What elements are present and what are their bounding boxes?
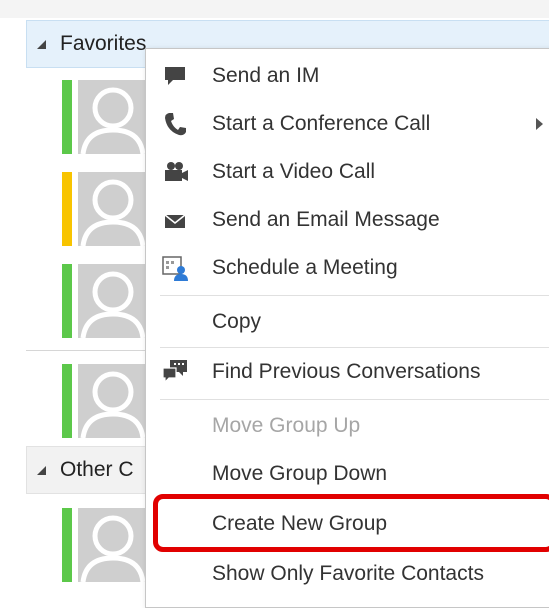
menu-item-show-only-favorite-contacts[interactable]: Show Only Favorite Contacts xyxy=(146,551,549,597)
menu-item-label: Send an Email Message xyxy=(212,208,440,231)
avatar xyxy=(78,80,148,154)
presence-bar xyxy=(62,264,72,338)
avatar xyxy=(78,172,148,246)
avatar xyxy=(78,364,148,438)
person-silhouette-icon xyxy=(78,364,148,438)
menu-item-send-im[interactable]: Send an IM xyxy=(146,53,549,99)
contact-row[interactable] xyxy=(62,264,150,338)
presence-bar xyxy=(62,80,72,154)
conversation-history-icon xyxy=(162,360,187,384)
menu-item-label: Find Previous Conversations xyxy=(212,360,481,383)
menu-item-move-group-down[interactable]: Move Group Down xyxy=(146,451,549,497)
collapse-triangle-icon[interactable] xyxy=(37,39,46,49)
avatar xyxy=(78,508,148,582)
contact-row[interactable] xyxy=(62,364,150,438)
phone-icon xyxy=(165,113,186,136)
highlight-annotation xyxy=(153,494,549,552)
submenu-arrow-icon xyxy=(536,118,543,130)
presence-bar xyxy=(62,508,72,582)
menu-item-label: Start a Conference Call xyxy=(212,112,431,135)
presence-bar xyxy=(62,172,72,246)
avatar xyxy=(78,264,148,338)
collapse-triangle-icon[interactable] xyxy=(37,465,46,475)
person-silhouette-icon xyxy=(78,264,148,338)
menu-item-start-video-call[interactable]: Start a Video Call xyxy=(146,149,549,195)
top-edge xyxy=(0,0,549,18)
menu-item-send-email[interactable]: Send an Email Message xyxy=(146,197,549,243)
menu-item-copy[interactable]: Copy xyxy=(146,299,549,345)
menu-item-label: Start a Video Call xyxy=(212,160,376,183)
menu-item-move-group-up: Move Group Up xyxy=(146,403,549,449)
group-name: Favorites xyxy=(60,32,147,55)
video-call-icon xyxy=(165,162,188,181)
menu-separator xyxy=(160,399,549,400)
menu-item-label: Move Group Up xyxy=(212,414,361,437)
contact-row[interactable] xyxy=(62,80,150,154)
menu-item-start-conference-call[interactable]: Start a Conference Call xyxy=(146,101,549,147)
menu-item-label: Move Group Down xyxy=(212,462,388,485)
contact-row[interactable] xyxy=(62,172,150,246)
menu-item-label: Send an IM xyxy=(212,64,320,87)
menu-item-label: Schedule a Meeting xyxy=(212,256,398,279)
menu-item-find-previous-conversations[interactable]: Find Previous Conversations xyxy=(146,349,549,395)
email-icon xyxy=(164,214,186,228)
menu-separator xyxy=(160,347,549,348)
group-name: Other C xyxy=(60,458,134,481)
person-silhouette-icon xyxy=(78,80,148,154)
menu-item-label: Copy xyxy=(212,310,262,333)
contact-row[interactable] xyxy=(62,508,150,582)
menu-item-label: Show Only Favorite Contacts xyxy=(212,562,484,585)
lync-contact-list: Favorites Other C Send an IM Start a Con… xyxy=(0,0,549,608)
meeting-icon xyxy=(162,256,188,281)
im-bubble-icon xyxy=(165,67,185,85)
person-silhouette-icon xyxy=(78,172,148,246)
person-silhouette-icon xyxy=(78,508,148,582)
presence-bar xyxy=(62,364,72,438)
menu-separator xyxy=(160,295,549,296)
menu-item-schedule-meeting[interactable]: Schedule a Meeting xyxy=(146,245,549,291)
